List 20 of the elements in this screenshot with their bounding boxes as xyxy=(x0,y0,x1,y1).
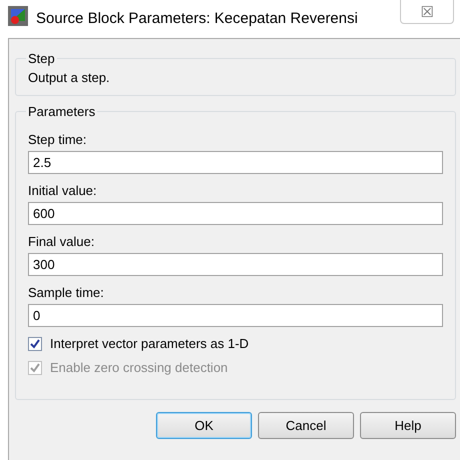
field-label: Initial value: xyxy=(28,183,98,198)
close-button[interactable]: ☒ xyxy=(400,0,454,24)
field-label: Sample time: xyxy=(28,285,105,300)
group-title: Parameters xyxy=(27,104,96,119)
group-title: Step xyxy=(27,51,56,66)
window-title: Source Block Parameters: Kecepatan Reverensi xyxy=(36,10,359,27)
input-field[interactable]: 600 xyxy=(28,202,443,225)
field-label: Final value: xyxy=(28,234,96,249)
checkbox-label: Enable zero crossing detection xyxy=(50,360,228,375)
checkbox-label: Interpret vector parameters as 1-D xyxy=(50,336,249,351)
dialog-button[interactable]: Cancel xyxy=(258,412,354,439)
description-text: Output a step. xyxy=(28,70,111,85)
checkbox[interactable] xyxy=(28,336,42,350)
input-field[interactable]: 2.5 xyxy=(28,151,443,174)
dialog-button[interactable]: OK xyxy=(156,412,252,439)
block-icon xyxy=(8,6,28,26)
input-field[interactable]: 0 xyxy=(28,304,443,327)
field-label: Step time: xyxy=(28,132,88,147)
input-field[interactable]: 300 xyxy=(28,253,443,276)
dialog-button[interactable]: Help xyxy=(360,412,456,439)
